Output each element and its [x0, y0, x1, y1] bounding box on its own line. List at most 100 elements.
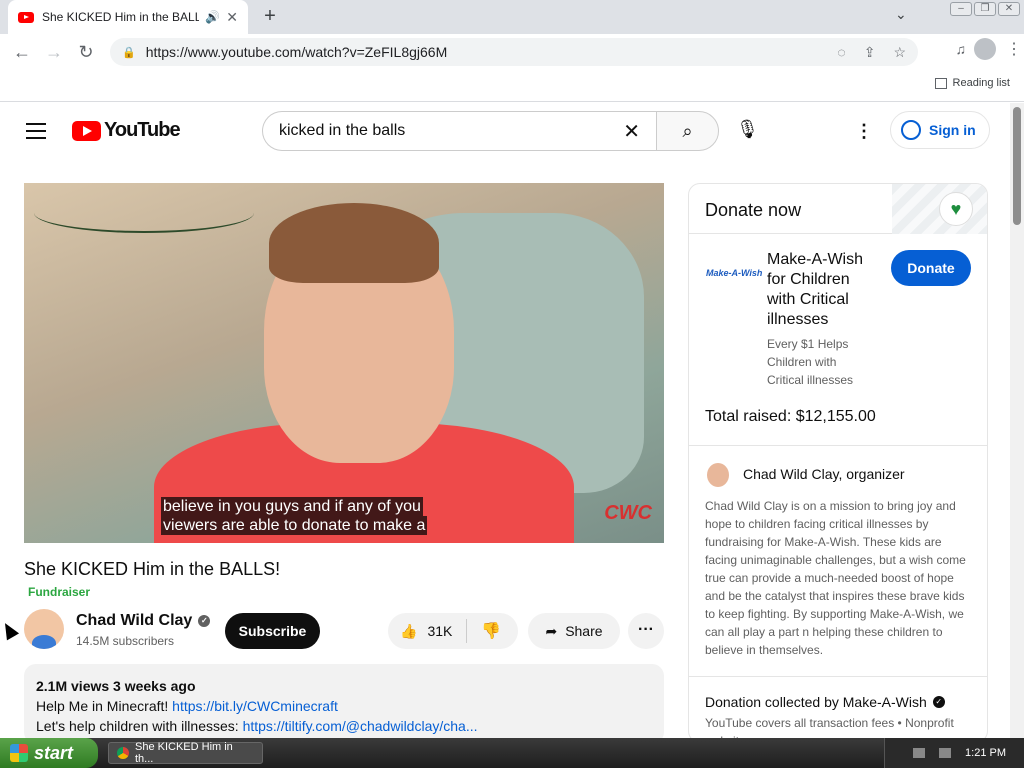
dislike-button[interactable]: 👎: [467, 621, 515, 641]
clear-search-icon[interactable]: ✕: [623, 119, 640, 144]
start-label: start: [34, 742, 74, 763]
search-query: kicked in the balls: [279, 122, 406, 139]
media-control-icon[interactable]: ♫: [956, 41, 967, 57]
tab-search-chevron-icon[interactable]: ⌄: [895, 6, 907, 23]
view-stats: 2.1M views 3 weeks ago: [36, 678, 196, 694]
tab-title: She KICKED Him in the BALLS!: [42, 10, 200, 24]
divider: [689, 445, 987, 446]
bookmarks-bar: Reading list: [0, 70, 1024, 102]
minimize-button[interactable]: –: [950, 2, 972, 16]
keyboard-icon[interactable]: [913, 748, 926, 758]
toolbar-right: ♫ ⋮: [956, 38, 1024, 60]
youtube-wordmark: YouTube: [104, 119, 181, 141]
description-line-2: Let's help children with illnesses: http…: [36, 718, 478, 734]
youtube-logo[interactable]: YouTube: [72, 119, 181, 142]
windows-flag-icon: [10, 744, 28, 762]
donate-button[interactable]: Donate: [891, 250, 971, 286]
chrome-icon: [117, 747, 129, 759]
total-raised: Total raised: $12,155.00: [705, 408, 876, 425]
system-tray: 1:21 PM: [884, 738, 1024, 768]
reading-list-icon: [934, 77, 947, 89]
window-close-button[interactable]: ✕: [998, 2, 1020, 16]
organizer-avatar: [707, 463, 729, 487]
start-button[interactable]: start: [0, 738, 98, 768]
tab-close-icon[interactable]: ✕: [226, 9, 238, 26]
collected-by-text: Donation collected by Make-A-Wish: [705, 694, 927, 710]
clock[interactable]: 1:21 PM: [965, 747, 1006, 759]
page-scrollbar[interactable]: [1010, 103, 1024, 738]
share-button[interactable]: ➦ Share: [528, 613, 620, 649]
fundraiser-badge[interactable]: Fundraiser: [28, 585, 90, 599]
network-icon[interactable]: [939, 748, 952, 758]
organizer-suffix: , organizer: [838, 466, 905, 482]
tiltify-link[interactable]: https://tiltify.com/@chadwildclay/cha...: [243, 718, 478, 734]
channel-name-row[interactable]: Chad Wild Clay ✓: [76, 612, 211, 630]
search-button[interactable]: ⌕: [656, 111, 719, 151]
new-tab-button[interactable]: +: [258, 4, 282, 28]
share-label: Share: [565, 623, 603, 639]
video-title: She KICKED Him in the BALLS!: [24, 559, 281, 579]
donate-header: Donate now ♥: [689, 184, 987, 234]
search-input[interactable]: kicked in the balls ✕: [262, 111, 656, 151]
guide-menu-icon[interactable]: [26, 123, 46, 144]
restore-button[interactable]: ❐: [974, 2, 996, 16]
subscriber-count: 14.5M subscribers: [76, 634, 175, 648]
profile-avatar[interactable]: [974, 38, 996, 60]
url-text: https://www.youtube.com/watch?v=ZeFIL8gj…: [145, 44, 448, 60]
scrollbar-thumb[interactable]: [1013, 107, 1021, 225]
caption-line-2: viewers are able to donate to make a: [161, 516, 428, 535]
lock-icon[interactable]: 🔒: [122, 46, 136, 59]
organizer-line: Chad Wild Clay, organizer: [743, 466, 905, 482]
like-count: 31K: [427, 623, 453, 639]
string-lights: [34, 193, 254, 233]
share-page-icon[interactable]: ⇪: [864, 44, 876, 61]
bookmark-star-icon[interactable]: ☆: [893, 44, 906, 61]
taskbar: start She KICKED Him in th... 1:21 PM: [0, 738, 1024, 768]
thumbs-down-icon: 👎: [481, 623, 502, 640]
settings-menu-icon[interactable]: ⋮: [855, 121, 873, 142]
minecraft-link[interactable]: https://bit.ly/CWCminecraft: [172, 698, 338, 714]
reading-list-label: Reading list: [952, 77, 1010, 89]
reload-button[interactable]: ↻: [70, 36, 102, 68]
organizer-description: Chad Wild Clay is on a mission to bring …: [705, 499, 966, 657]
forward-button[interactable]: →: [38, 36, 70, 68]
speaker-icon[interactable]: 🔊: [205, 10, 220, 24]
hair: [269, 203, 439, 283]
eye-off-icon[interactable]: ◌: [837, 44, 845, 60]
taskbar-chrome-window[interactable]: She KICKED Him in th...: [108, 741, 263, 765]
sign-in-button[interactable]: Sign in: [890, 111, 990, 149]
verified-check-icon: ✓: [932, 696, 945, 708]
verified-check-icon: ✓: [198, 615, 211, 627]
collected-by-row: Donation collected by Make-A-Wish ✓: [705, 694, 945, 710]
mouse-pointer-icon: [0, 619, 20, 641]
video-caption: believe in you guys and if any of you vi…: [161, 497, 428, 535]
channel-name[interactable]: Chad Wild Clay: [76, 612, 192, 630]
channel-watermark[interactable]: CWC: [604, 502, 652, 525]
donate-panel: Donate now ♥ Make-A-Wish Make-A-Wish for…: [688, 183, 988, 743]
window-controls: – ❐ ✕: [950, 2, 1020, 16]
description-line-1: Help Me in Minecraft! https://bit.ly/CWC…: [36, 698, 338, 714]
like-button[interactable]: 👍 31K: [388, 619, 468, 643]
video-player[interactable]: believe in you guys and if any of you vi…: [24, 183, 664, 543]
browser-toolbar: ← → ↻ 🔒 https://www.youtube.com/watch?v=…: [0, 34, 1024, 70]
more-actions-button[interactable]: ···: [628, 613, 664, 649]
taskbar-window-title: She KICKED Him in th...: [134, 741, 233, 765]
caption-line-1: believe in you guys and if any of you: [161, 497, 423, 516]
donate-header-title: Donate now: [705, 200, 802, 220]
back-button[interactable]: ←: [6, 36, 38, 68]
tab-strip: She KICKED Him in the BALLS! 🔊 ✕ + ⌄ – ❐…: [0, 0, 1024, 34]
divider: [689, 676, 987, 677]
channel-avatar[interactable]: [24, 609, 64, 649]
subscribe-button[interactable]: Subscribe: [225, 613, 320, 649]
description-box[interactable]: 2.1M views 3 weeks ago Help Me in Minecr…: [24, 664, 664, 744]
heart-icon: ♥: [939, 192, 973, 226]
organizer-name: Chad Wild Clay: [743, 466, 839, 482]
account-icon: [901, 120, 921, 140]
browser-menu-icon[interactable]: ⋮: [1004, 39, 1024, 59]
voice-search-mic-icon[interactable]: 🎙: [736, 119, 759, 143]
browser-tab[interactable]: She KICKED Him in the BALLS! 🔊 ✕: [8, 0, 248, 34]
reading-list-button[interactable]: Reading list: [934, 77, 1010, 89]
charity-description: Every $1 Helps Children with Critical il…: [767, 337, 854, 387]
address-bar[interactable]: 🔒 https://www.youtube.com/watch?v=ZeFIL8…: [110, 38, 918, 66]
youtube-play-icon: [72, 120, 101, 141]
